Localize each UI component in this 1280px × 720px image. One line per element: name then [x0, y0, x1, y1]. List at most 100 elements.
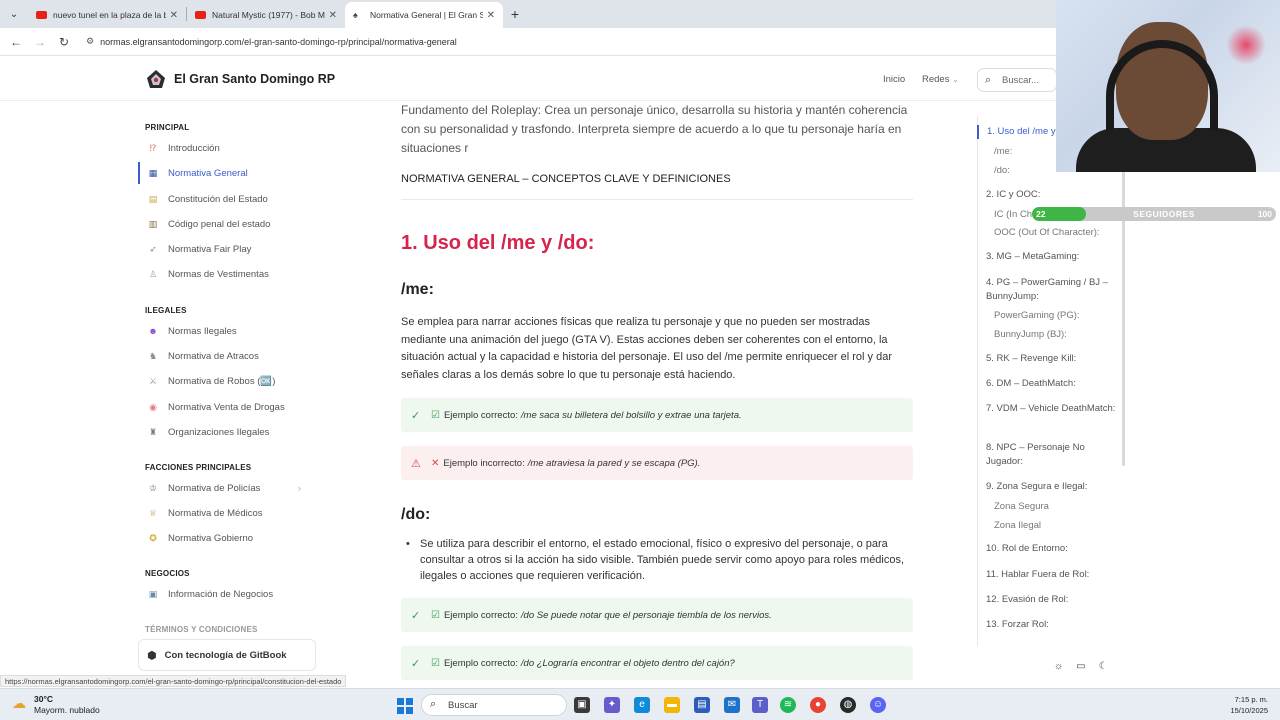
start-button-icon[interactable]: [397, 698, 413, 714]
toc-item[interactable]: 5. RK – Revenge Kill:: [986, 352, 1116, 366]
site-logo-icon[interactable]: [145, 69, 167, 89]
sidebar-item-label: Constitución del Estado: [168, 193, 268, 205]
tab-title: Natural Mystic (1977) - Bob Ma: [212, 10, 325, 20]
chevron-down-icon: ⌄: [952, 75, 959, 84]
sidebar-item-drogas[interactable]: ◉ Normativa Venta de Drogas: [138, 396, 321, 418]
taskbar-search[interactable]: ⌕ Buscar: [421, 694, 567, 716]
toc-item[interactable]: BunnyJump (BJ):: [994, 328, 1124, 342]
do-heading[interactable]: /do:: [401, 506, 913, 524]
sidebar-item-normativa-general[interactable]: ▦ Normativa General: [138, 162, 321, 184]
toc-item[interactable]: 13. Forzar Rol:: [986, 618, 1116, 632]
sidebar-item-vestimentas[interactable]: ♙ Normas de Vestimentas: [138, 263, 321, 285]
close-tab-icon[interactable]: ✕: [170, 10, 178, 21]
tab-search-chevron-icon[interactable]: ⌄: [0, 0, 28, 28]
theme-toggle: ☼ ▭ ☾: [1054, 657, 1124, 675]
weather-condition[interactable]: Mayorm. nublado: [34, 705, 100, 715]
moon-icon[interactable]: ☾: [1099, 661, 1108, 672]
follower-goal: 100: [1257, 209, 1272, 219]
copilot-icon[interactable]: ✦: [604, 697, 620, 713]
section-title[interactable]: 1. Uso del /me y /do:: [401, 232, 913, 255]
search-icon: ⌕: [430, 698, 437, 710]
sidebar-heading-facciones: FACCIONES PRINCIPALES: [145, 463, 252, 472]
discord-icon[interactable]: ☺: [870, 697, 886, 713]
store-icon[interactable]: ▤: [694, 697, 710, 713]
example-label: Ejemplo correcto:: [443, 409, 518, 421]
obs-icon[interactable]: ◍: [840, 697, 856, 713]
weather-cloud-icon[interactable]: ☁: [12, 695, 26, 712]
detective-icon: ♜: [148, 426, 158, 437]
site-title[interactable]: El Gran Santo Domingo RP: [174, 72, 335, 86]
columns-icon: ▤: [148, 193, 158, 204]
toc-item[interactable]: 4. PG – PowerGaming / BJ – BunnyJump:: [986, 276, 1116, 303]
search-icon: ⌕: [985, 74, 992, 86]
toc-item[interactable]: 7. VDM – Vehicle DeathMatch:: [986, 402, 1116, 416]
reload-icon[interactable]: ↻: [52, 35, 76, 49]
toc-item[interactable]: 10. Rol de Entorno:: [986, 542, 1116, 556]
tab-youtube-1[interactable]: nuevo tunel en la plaza de la ba ✕: [28, 2, 186, 28]
nav-home-link[interactable]: Inicio: [883, 74, 905, 85]
sidebar-item-label: Normas Ilegales: [168, 325, 237, 337]
sun-icon[interactable]: ☼: [1054, 661, 1063, 672]
teams-icon[interactable]: T: [752, 697, 768, 713]
gitbook-site-icon: ♠: [353, 9, 358, 20]
runner-icon: ♞: [148, 350, 158, 361]
site-info-icon[interactable]: ⚙: [86, 36, 94, 47]
question-exclamation-icon: ⁉: [149, 142, 157, 153]
sidebar-item-atracos[interactable]: ♞ Normativa de Atracos: [138, 345, 321, 367]
gitbook-badge[interactable]: ⬢ Con tecnología de GitBook: [138, 639, 316, 671]
tab-normativa[interactable]: ♠ Normativa General | El Gran Sa ✕: [345, 2, 503, 28]
sidebar-item-codigo-penal[interactable]: ▥ Código penal del estado: [138, 213, 321, 235]
toc-item[interactable]: 3. MG – MetaGaming:: [986, 250, 1116, 264]
file-explorer-icon[interactable]: ▬: [664, 697, 680, 713]
forward-arrow-icon[interactable]: →: [28, 35, 52, 49]
toc-item[interactable]: 2. IC y OOC:: [986, 188, 1116, 202]
toc-item[interactable]: 11. Hablar Fuera de Rol:: [986, 568, 1116, 582]
devil-icon: ☻: [148, 326, 158, 336]
chrome-icon[interactable]: ●: [810, 697, 826, 713]
me-incorrect-example: ⚠ ✕ Ejemplo incorrecto: /me atraviesa la…: [401, 446, 913, 480]
example-label: Ejemplo correcto:: [443, 609, 518, 621]
gitbook-label: Con tecnología de GitBook: [164, 649, 287, 661]
toc-item[interactable]: 6. DM – DeathMatch:: [986, 377, 1116, 391]
nav-social-dropdown[interactable]: Redes ⌄: [922, 74, 959, 85]
close-tab-icon[interactable]: ✕: [487, 10, 495, 21]
toc-item[interactable]: 12. Evasión de Rol:: [986, 593, 1116, 607]
back-arrow-icon[interactable]: ←: [4, 35, 28, 49]
sidebar-item-policias[interactable]: ♔ Normativa de Policías ›: [138, 477, 321, 499]
spotify-icon[interactable]: ≋: [780, 697, 796, 713]
chevron-right-icon[interactable]: ›: [298, 483, 301, 493]
toc-item[interactable]: Zona Ilegal: [994, 519, 1124, 533]
toc-item[interactable]: 8. NPC – Personaje No Jugador:: [986, 441, 1116, 468]
toc-item[interactable]: 9. Zona Segura e Ilegal:: [986, 480, 1116, 494]
toc-item[interactable]: OOC (Out Of Character):: [994, 226, 1124, 240]
sidebar-item-robos[interactable]: ⚔ Normativa de Robos (🆗): [138, 370, 321, 392]
tab-youtube-2[interactable]: Natural Mystic (1977) - Bob Ma ✕: [187, 2, 345, 28]
weather-temp[interactable]: 30°C: [34, 694, 53, 704]
person-icon: ♙: [148, 268, 158, 279]
clock[interactable]: 7:15 p. m. 15/10/2025: [1230, 694, 1268, 716]
toc-item[interactable]: Zona Segura: [994, 500, 1124, 514]
sidebar-item-gobierno[interactable]: ✪ Normativa Gobierno: [138, 527, 321, 549]
example-label: Ejemplo correcto:: [443, 657, 518, 669]
url-field[interactable]: normas.elgransantodomingorp.com/el-gran-…: [100, 37, 457, 47]
me-heading[interactable]: /me:: [401, 281, 913, 299]
sidebar-item-medicos[interactable]: ♕ Normativa de Médicos: [138, 502, 321, 524]
sidebar-item-constitucion[interactable]: ▤ Constitución del Estado: [138, 188, 321, 210]
search-input[interactable]: ⌕ Buscar...: [977, 68, 1057, 92]
youtube-icon: [195, 11, 206, 19]
close-tab-icon[interactable]: ✕: [329, 10, 337, 21]
sidebar-item-label: Normativa de Atracos: [168, 350, 259, 362]
new-tab-button[interactable]: +: [503, 6, 527, 22]
toc-item[interactable]: PowerGaming (PG):: [994, 309, 1124, 323]
gitbook-icon: ⬢: [147, 649, 157, 662]
monitor-icon[interactable]: ▭: [1076, 661, 1085, 672]
sidebar-item-fair-play[interactable]: ➶ Normativa Fair Play: [138, 238, 321, 260]
sidebar-item-negocios[interactable]: ▣ Información de Negocios: [138, 583, 321, 605]
task-view-icon[interactable]: ▣: [574, 697, 590, 713]
sidebar-item-introduccion[interactable]: ⁉ Introducción: [138, 137, 321, 159]
search-placeholder: Buscar...: [1002, 75, 1039, 86]
edge-browser-icon[interactable]: e: [634, 697, 650, 713]
sidebar-item-organizaciones[interactable]: ♜ Organizaciones Ilegales: [138, 421, 321, 443]
sidebar-item-normas-ilegales[interactable]: ☻ Normas Ilegales: [138, 320, 321, 342]
mail-icon[interactable]: ✉: [724, 697, 740, 713]
